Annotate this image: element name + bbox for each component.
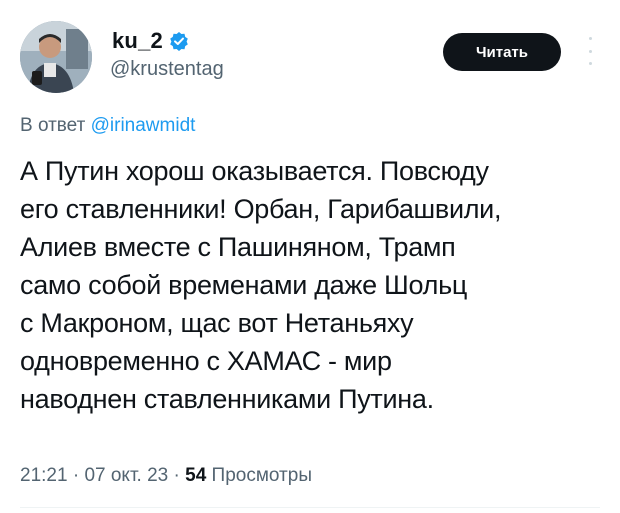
meta-separator: · [173,465,180,486]
tweet-card: ku_2 @krustentag Читать В ответ @irinawm… [0,0,620,513]
tweet-meta: 21:21 · 07 окт. 23 · 54 Просмотры [20,465,312,487]
divider [20,507,600,508]
meta-separator: · [72,465,80,486]
tweet-text-line: А Путин хорош оказывается. Повсюду [20,156,489,186]
more-options-icon[interactable] [585,37,595,65]
tweet-text-line: Алиев вместе с Пашиняном, Трамп [20,232,456,262]
author-name-row: ku_2 [112,28,189,54]
author-handle[interactable]: @krustentag [110,58,224,81]
tweet-text-line: одновременно с ХАМАС - мир [20,346,392,376]
tweet-time[interactable]: 21:21 [20,465,68,486]
views-count: 54 [185,465,207,486]
follow-button[interactable]: Читать [443,33,561,71]
author-display-name[interactable]: ku_2 [112,28,163,54]
tweet-text-line: его ставленники! Орбан, Гарибашвили, [20,194,502,224]
reply-context: В ответ @irinawmidt [20,115,195,137]
verified-badge-icon [169,31,189,51]
tweet-text-line: само собой временами даже Шольц [20,270,468,300]
views-label[interactable]: Просмотры [212,465,312,486]
avatar[interactable] [20,21,92,93]
tweet-text: А Путин хорош оказывается. Повсюду его с… [20,152,605,418]
tweet-date[interactable]: 07 окт. 23 [84,465,168,486]
tweet-text-line: наводнен ставленниками Путина. [20,384,434,414]
tweet-text-line: с Макроном, щас вот Нетаньяху [20,308,414,338]
reply-mention-link[interactable]: @irinawmidt [91,115,196,136]
reply-prefix: В ответ [20,115,86,136]
